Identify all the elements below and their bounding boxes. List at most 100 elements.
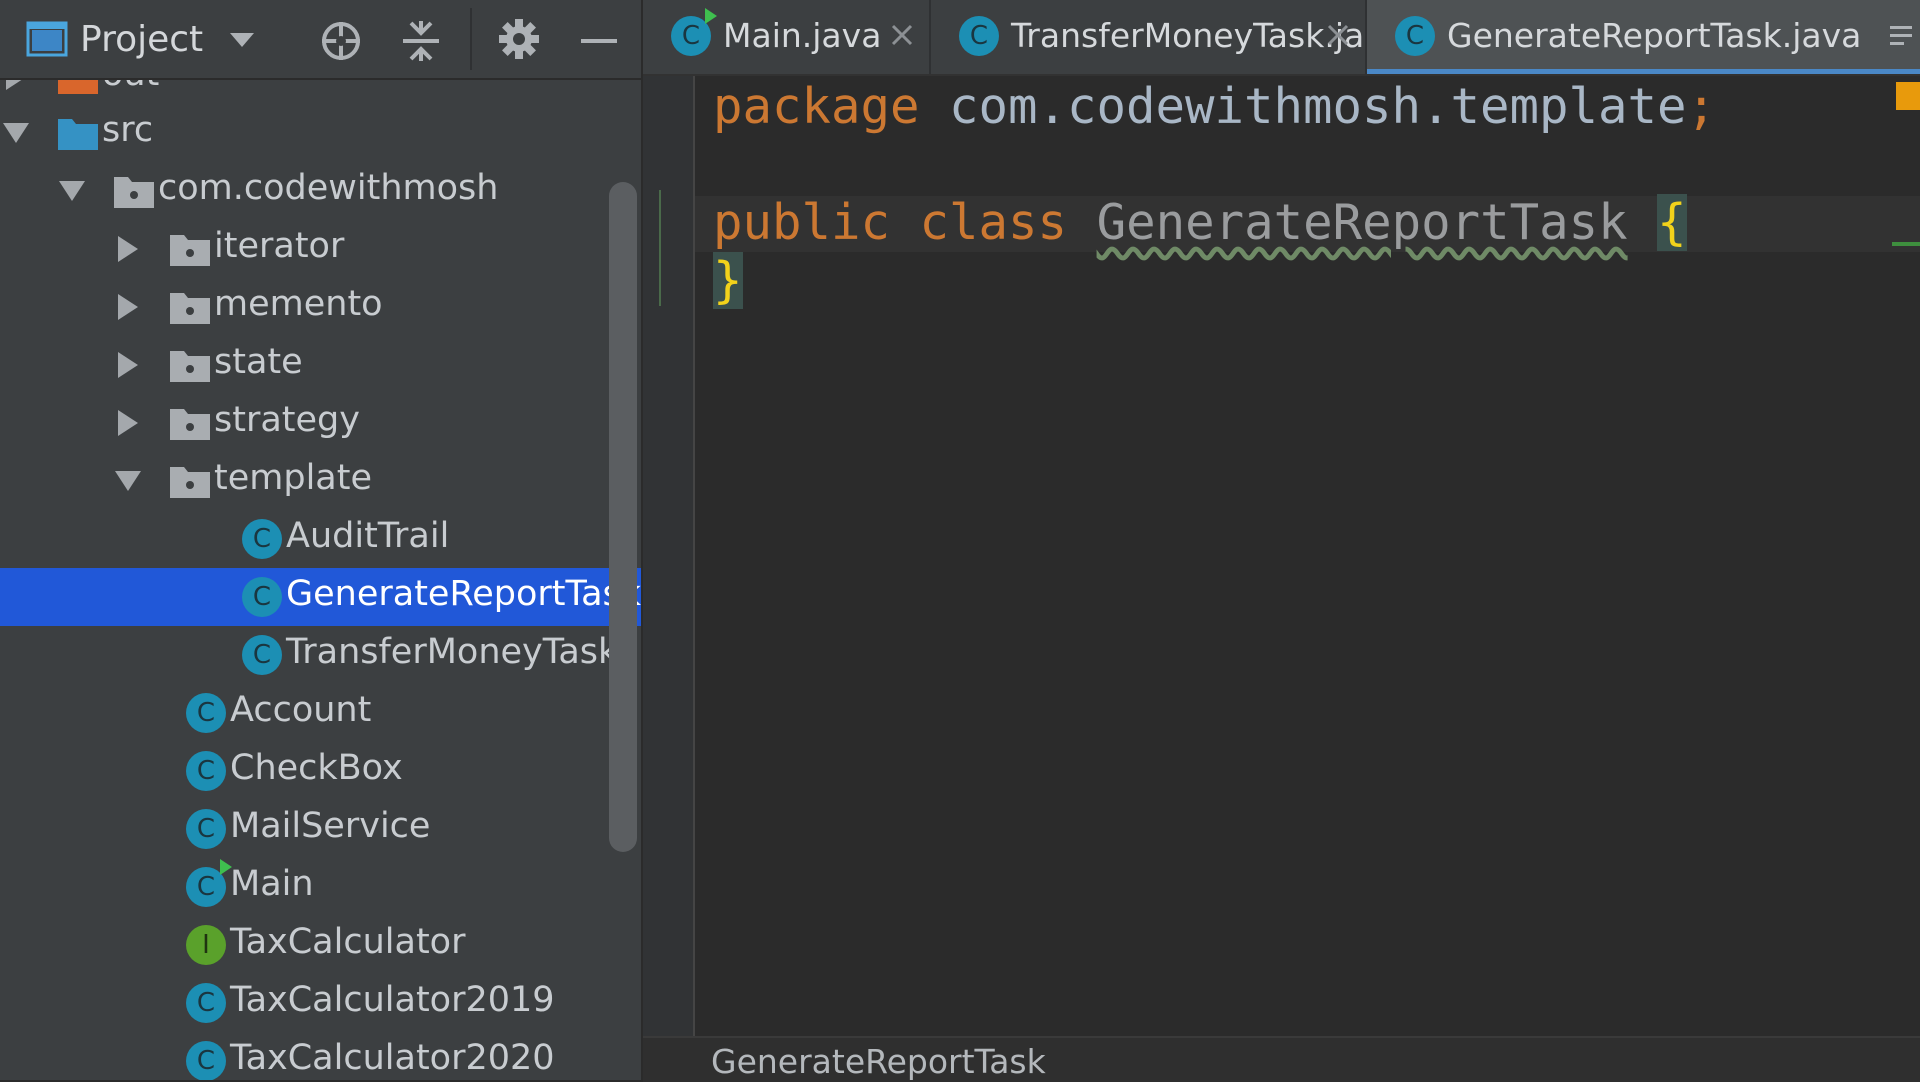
expand-arrow-right-icon[interactable] [114,235,142,263]
error-stripe-marker [1892,242,1920,246]
tree-node-label: TaxCalculator2020 [230,1038,555,1078]
interface-icon: I [184,925,228,965]
tree-node-label: state [214,342,303,382]
editor-gutter[interactable] [643,76,695,1036]
package-folder-icon [168,403,212,443]
tree-node-label: GenerateReportTask [286,574,641,614]
package-name: com.codewithmosh.template [949,78,1687,135]
tree-node-main[interactable]: C Main [0,858,641,916]
tabs-overflow-icon[interactable] [1888,22,1914,50]
tree-node-transfermoneytask[interactable]: C TransferMoneyTask [0,626,641,684]
package-folder-icon [168,229,212,269]
keyword: package [713,78,920,135]
package-folder-icon [168,461,212,501]
project-view-title[interactable]: Project [80,16,203,62]
tab-label: Main.java [723,16,882,55]
expand-arrow-right-icon[interactable] [114,293,142,321]
package-folder-icon [168,345,212,385]
tree-scrollbar[interactable] [609,182,637,852]
project-window-icon [26,20,68,58]
tree-node-account[interactable]: C Account [0,684,641,742]
tree-node-label: strategy [214,400,360,440]
tree-node-label: AuditTrail [286,516,450,556]
tree-node-com-codewithmosh[interactable]: com.codewithmosh [0,162,641,220]
locate-file-icon[interactable] [318,18,364,64]
expand-arrow-right-icon[interactable] [114,351,142,379]
tree-node-iterator[interactable]: iterator [0,220,641,278]
collapse-all-icon[interactable] [398,18,444,64]
tree-node-audittrail[interactable]: C AuditTrail [0,510,641,568]
code-line-package[interactable]: package com.codewithmosh.template; [713,78,1716,136]
tree-node-label: CheckBox [230,748,403,788]
tab-transfer-money-task[interactable]: C TransferMoneyTask.java [931,0,1404,74]
keyword: public [713,194,891,251]
code-line-class-declaration[interactable]: public class GenerateReportTask { [713,194,1687,252]
project-toolbar: Project [0,0,641,80]
close-icon[interactable] [1323,20,1353,50]
chevron-down-icon[interactable] [226,24,258,56]
class-icon: C [184,751,228,791]
tree-node-label: src [102,110,154,150]
tree-node-label: Main [230,864,314,904]
editor-tab-bar: C Main.java C TransferMoneyTask.java C G… [643,0,1920,76]
project-tool-window: outsrccom.codewithmoshiteratormementosta… [0,0,641,1080]
class-icon: C [240,577,284,617]
tree-node-label: TaxCalculator2019 [230,980,555,1020]
breadcrumb: GenerateReportTask [643,1036,1920,1082]
warning-stripe-marker[interactable] [1896,82,1920,110]
class-icon: C [184,983,228,1023]
expand-arrow-down-icon[interactable] [58,177,86,205]
tree-node-template[interactable]: template [0,452,641,510]
tree-node-label: iterator [214,226,345,266]
tree-node-src[interactable]: src [0,104,641,162]
tree-node-mailservice[interactable]: C MailService [0,800,641,858]
tree-node-label: TransferMoneyTask [286,632,619,672]
project-tree[interactable]: outsrccom.codewithmoshiteratormementosta… [0,0,641,1080]
tree-node-label: template [214,458,372,498]
tree-node-label: Account [230,690,372,730]
expand-arrow-down-icon[interactable] [114,467,142,495]
tree-node-strategy[interactable]: strategy [0,394,641,452]
class-icon: C [184,1041,228,1080]
class-icon: C [184,859,232,907]
tree-node-generatereporttask[interactable]: C GenerateReportTask [0,568,641,626]
expand-arrow-down-icon[interactable] [2,119,30,147]
tree-node-taxcalculator2019[interactable]: C TaxCalculator2019 [0,974,641,1032]
tree-node-taxcalculator[interactable]: I TaxCalculator [0,916,641,974]
close-brace: } [713,252,743,309]
active-tab-indicator [1367,69,1920,74]
tree-node-label: memento [214,284,383,324]
minimize-icon[interactable] [576,18,622,64]
tree-node-label: MailService [230,806,431,846]
gear-icon[interactable] [496,16,542,62]
semicolon: ; [1686,78,1717,135]
class-icon: C [184,693,228,733]
breadcrumb-item[interactable]: GenerateReportTask [711,1042,1046,1081]
package-folder-icon [168,287,212,327]
source-folder-icon [56,113,100,153]
class-icon: C [959,16,999,56]
tab-generate-report-task[interactable]: C GenerateReportTask.java [1367,0,1920,74]
class-name: GenerateReportTask [1096,194,1628,251]
class-icon: C [671,8,717,56]
code-line-close-brace[interactable]: } [713,252,743,310]
package-folder-icon [112,171,156,211]
tree-node-taxcalculator2020[interactable]: C TaxCalculator2020 [0,1032,641,1080]
tree-node-checkbox[interactable]: C CheckBox [0,742,641,800]
open-brace: { [1657,194,1687,251]
change-marker [659,190,661,306]
class-icon: C [240,519,284,559]
tree-node-label: com.codewithmosh [158,168,499,208]
class-icon: C [1395,16,1435,56]
close-icon[interactable] [887,20,917,50]
editor-area: C Main.java C TransferMoneyTask.java C G… [643,0,1920,1082]
class-icon: C [184,809,228,849]
tab-main-java[interactable]: C Main.java [643,0,929,74]
tab-label: GenerateReportTask.java [1447,16,1862,55]
tree-node-memento[interactable]: memento [0,278,641,336]
expand-arrow-right-icon[interactable] [114,409,142,437]
toolbar-separator [470,8,472,70]
class-icon: C [240,635,284,675]
tree-node-state[interactable]: state [0,336,641,394]
tree-node-label: TaxCalculator [230,922,466,962]
